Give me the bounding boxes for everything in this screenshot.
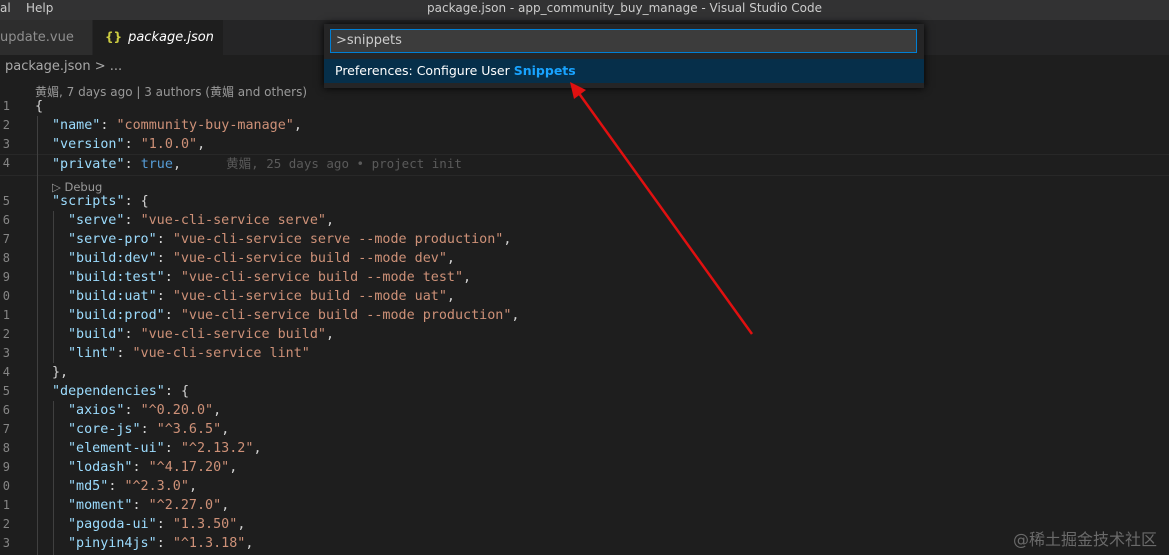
watermark: @稀土掘金技术社区 bbox=[1012, 530, 1157, 549]
arrow-shaft bbox=[576, 91, 754, 335]
annotation-arrow bbox=[570, 82, 754, 335]
arrow-head bbox=[570, 82, 586, 99]
